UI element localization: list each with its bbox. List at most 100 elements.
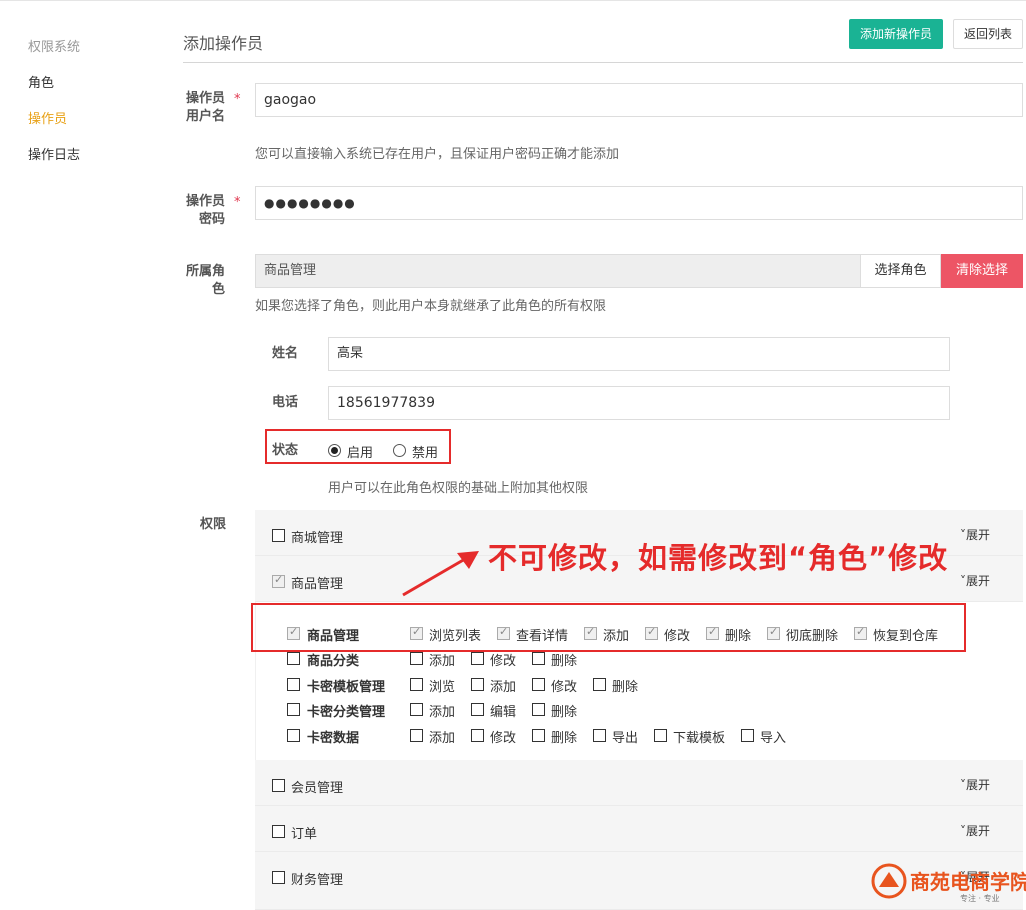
- sidebar-item-operators[interactable]: 操作员: [28, 108, 67, 127]
- action-checkbox[interactable]: [593, 678, 606, 691]
- row-checkbox[interactable]: [287, 678, 300, 691]
- action-checkbox[interactable]: [532, 652, 545, 665]
- action-checkbox[interactable]: [654, 729, 667, 742]
- username-help: 您可以直接输入系统已存在用户，且保证用户密码正确才能添加: [255, 147, 620, 162]
- username-label-line1: 操作员: [186, 91, 226, 106]
- action-label: 删除: [612, 680, 639, 695]
- row-name: 卡密分类管理: [307, 705, 386, 720]
- expand-label: 展开: [966, 574, 991, 588]
- add-operator-button[interactable]: 添加新操作员: [849, 19, 943, 49]
- extra-permission-help: 用户可以在此角色权限的基础上附加其他权限: [328, 481, 589, 496]
- action-label: 修改: [490, 654, 517, 669]
- permission-group-orders[interactable]: 订单 ˅展开: [255, 806, 1023, 852]
- status-disabled-label: 禁用: [412, 446, 439, 461]
- phone-label: 电话: [272, 395, 299, 410]
- sidebar-heading: 权限系统: [28, 40, 81, 55]
- sidebar-item-operation-log[interactable]: 操作日志: [28, 144, 80, 163]
- expand-toggle[interactable]: ˅展开: [960, 526, 990, 543]
- header-divider: [183, 62, 1023, 63]
- action-label: 下载模板: [673, 731, 726, 746]
- select-role-button[interactable]: 选择角色: [860, 254, 941, 288]
- group-checkbox[interactable]: [272, 529, 285, 542]
- action-checkbox[interactable]: [593, 729, 606, 742]
- expand-toggle[interactable]: ˅展开: [960, 822, 990, 839]
- expand-toggle[interactable]: ˅展开: [960, 572, 990, 589]
- role-label-line1: 所属角: [186, 264, 226, 279]
- logo-text: 商苑电商学院: [910, 870, 1026, 894]
- action-checkbox[interactable]: [741, 729, 754, 742]
- action-label: 浏览: [429, 680, 456, 695]
- top-border: [0, 0, 1026, 4]
- password-label-line1: 操作员: [186, 194, 226, 209]
- annotation-arrow-icon: [402, 551, 479, 597]
- action-label: 导入: [760, 731, 787, 746]
- required-mark: *: [234, 92, 241, 107]
- group-name: 财务管理: [291, 873, 344, 888]
- row-name: 卡密模板管理: [307, 680, 386, 695]
- group-name: 商城管理: [291, 531, 344, 546]
- role-field: 商品管理: [255, 254, 861, 288]
- action-label: 添加: [429, 705, 456, 720]
- action-checkbox[interactable]: [410, 729, 423, 742]
- row-name: 商品分类: [307, 654, 360, 669]
- watermark-logo: 商苑电商学院 专注 · 专业: [870, 862, 1026, 904]
- password-label: 操作员 密码: [186, 193, 225, 229]
- action-label: 添加: [429, 654, 456, 669]
- group-checkbox[interactable]: [272, 779, 285, 792]
- expand-label: 展开: [966, 528, 991, 542]
- expand-label: 展开: [966, 824, 991, 838]
- clear-selection-button[interactable]: 清除选择: [941, 254, 1023, 288]
- permission-group-members[interactable]: 会员管理 ˅展开: [255, 760, 1023, 806]
- status-enabled-label: 启用: [347, 446, 374, 461]
- logo-subtext: 专注 · 专业: [960, 894, 1000, 903]
- row-name: 卡密数据: [307, 731, 360, 746]
- action-checkbox[interactable]: [410, 652, 423, 665]
- status-disabled-radio[interactable]: [393, 444, 406, 457]
- action-label: 删除: [551, 731, 578, 746]
- page-title: 添加操作员: [183, 34, 264, 53]
- group-checkbox[interactable]: [272, 825, 285, 838]
- expand-label: 展开: [966, 778, 991, 792]
- action-checkbox[interactable]: [471, 729, 484, 742]
- action-checkbox[interactable]: [532, 703, 545, 716]
- action-label: 添加: [490, 680, 517, 695]
- password-input[interactable]: ●●●●●●●●: [255, 186, 1023, 220]
- action-label: 删除: [551, 654, 578, 669]
- permission-highlight-box: [251, 603, 966, 652]
- action-label: 导出: [612, 731, 639, 746]
- action-checkbox[interactable]: [471, 678, 484, 691]
- row-checkbox[interactable]: [287, 703, 300, 716]
- group-checkbox[interactable]: [272, 871, 285, 884]
- action-label: 修改: [551, 680, 578, 695]
- group-name: 会员管理: [291, 781, 344, 796]
- required-mark: *: [234, 195, 241, 210]
- action-checkbox[interactable]: [532, 729, 545, 742]
- role-help: 如果您选择了角色，则此用户本身就继承了此角色的所有权限: [255, 299, 607, 314]
- username-input[interactable]: gaogao: [255, 83, 1023, 117]
- group-checkbox[interactable]: [272, 573, 285, 588]
- name-input[interactable]: 高杲: [328, 337, 950, 371]
- phone-input[interactable]: 18561977839: [328, 386, 950, 420]
- status-label: 状态: [272, 443, 299, 458]
- name-label: 姓名: [272, 346, 299, 361]
- row-checkbox[interactable]: [287, 729, 300, 742]
- action-checkbox[interactable]: [410, 703, 423, 716]
- expand-toggle[interactable]: ˅展开: [960, 776, 990, 793]
- sidebar-item-roles[interactable]: 角色: [28, 72, 54, 91]
- username-label: 操作员 用户名: [186, 90, 225, 126]
- annotation-text: 不可修改，如需修改到“角色”修改: [488, 541, 949, 575]
- action-checkbox[interactable]: [471, 652, 484, 665]
- action-checkbox[interactable]: [532, 678, 545, 691]
- back-to-list-button[interactable]: 返回列表: [953, 19, 1023, 49]
- group-name: 商品管理: [291, 577, 344, 592]
- status-enabled-radio[interactable]: [328, 444, 341, 457]
- action-label: 修改: [490, 731, 517, 746]
- permissions-label: 权限: [200, 517, 227, 532]
- action-checkbox[interactable]: [410, 678, 423, 691]
- row-checkbox[interactable]: [287, 652, 300, 665]
- action-label: 添加: [429, 731, 456, 746]
- logo-icon: [871, 863, 907, 899]
- role-label: 所属角 色: [186, 263, 225, 299]
- action-checkbox[interactable]: [471, 703, 484, 716]
- role-label-line2: 色: [212, 282, 226, 297]
